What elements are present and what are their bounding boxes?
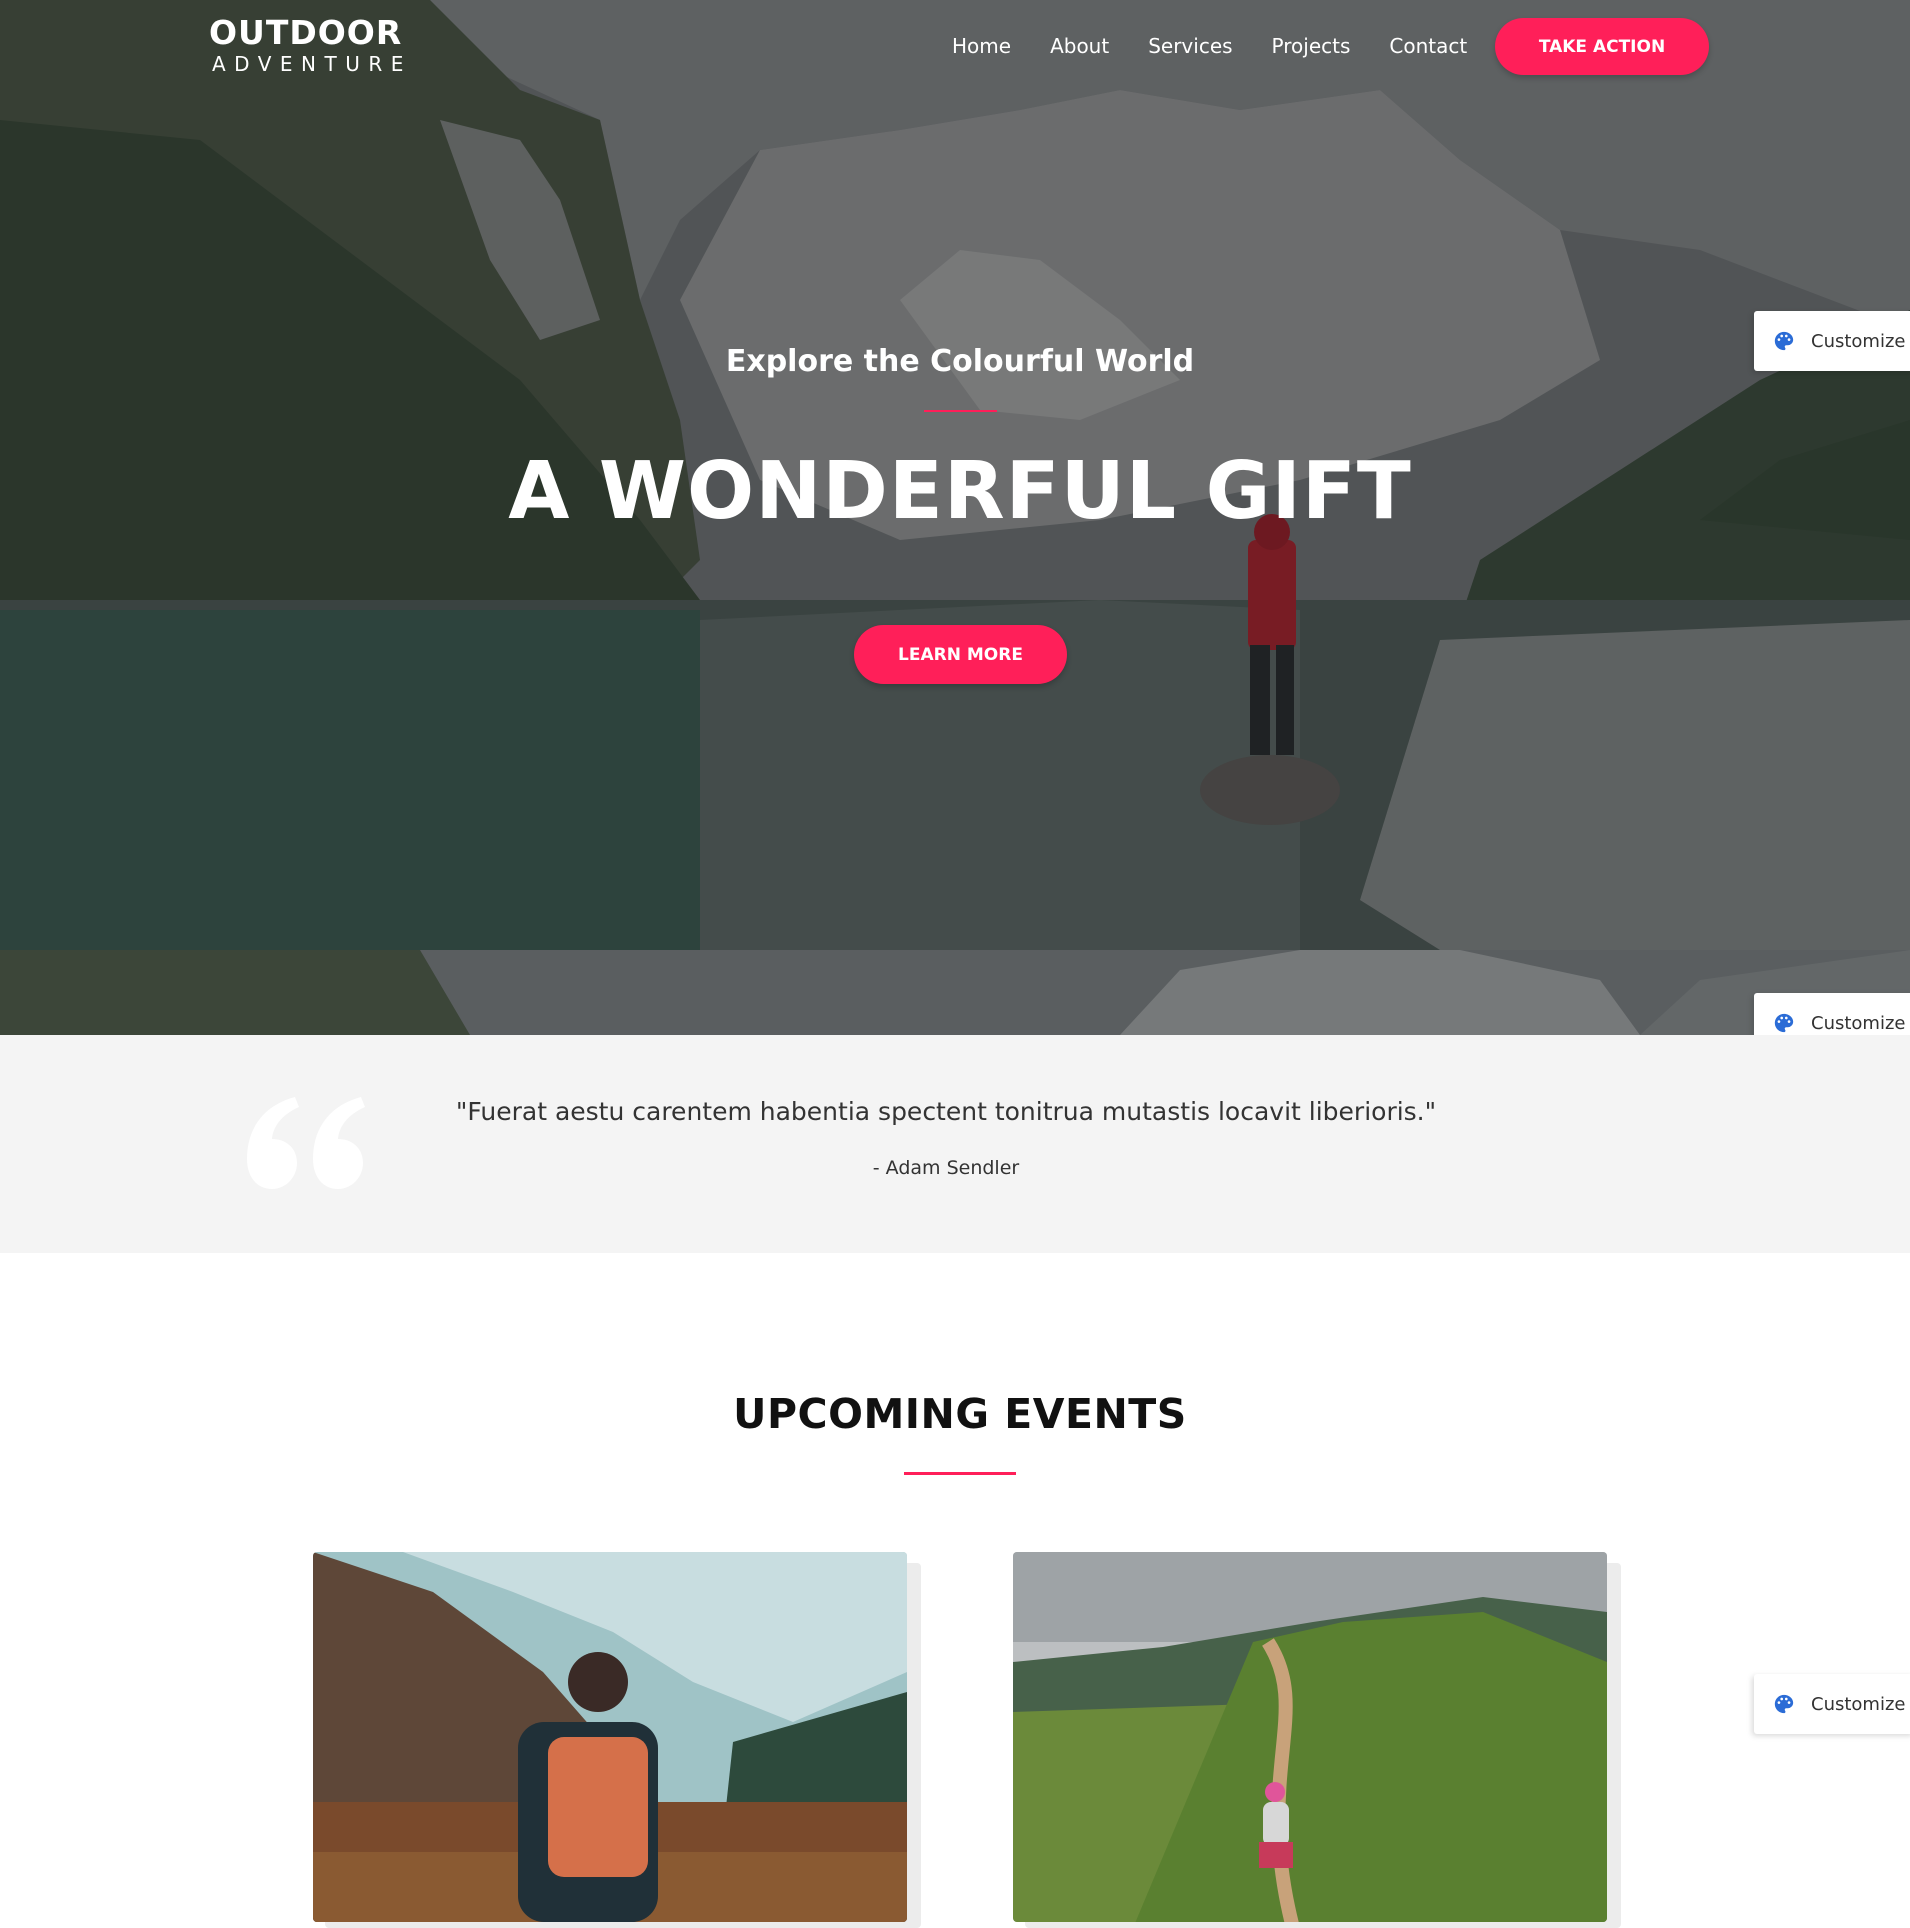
site-logo[interactable]: OUTDOOR ADVENTURE [209, 13, 412, 77]
nav-link-about[interactable]: About [1050, 31, 1109, 61]
nav-link-contact[interactable]: Contact [1389, 31, 1467, 61]
quote-section: "Fuerat aestu carentem habentia spectent… [0, 1035, 1910, 1253]
hiker-backpack-photo [313, 1552, 907, 1922]
hero-section: OUTDOOR ADVENTURE Home About Services Pr… [0, 0, 1910, 950]
customize-button[interactable]: Customize [1754, 1674, 1910, 1734]
hero-title: A WONDERFUL GIFT [508, 445, 1412, 537]
mountain-trail-photo [1013, 1552, 1607, 1922]
event-card-image[interactable] [1013, 1552, 1607, 1922]
events-title: UPCOMING EVENTS [733, 1390, 1187, 1438]
take-action-button[interactable]: TAKE ACTION [1495, 18, 1709, 75]
palette-icon [1774, 1694, 1794, 1714]
customize-label: Customize [1811, 1693, 1906, 1715]
palette-icon [1774, 1013, 1794, 1033]
events-divider [904, 1472, 1016, 1475]
hero-subtitle: Explore the Colourful World [725, 344, 1195, 379]
nav-link-services[interactable]: Services [1148, 31, 1232, 61]
quote-text: "Fuerat aestu carentem habentia spectent… [455, 1097, 1437, 1126]
event-card-image[interactable] [313, 1552, 907, 1922]
logo-line1: OUTDOOR [209, 13, 403, 52]
customize-label: Customize [1811, 330, 1906, 352]
nav-link-projects[interactable]: Projects [1272, 31, 1351, 61]
customize-button[interactable]: Customize [1754, 311, 1910, 371]
section-divider-image [0, 950, 1910, 1035]
hero-divider [924, 410, 997, 412]
logo-line2: ADVENTURE [212, 52, 412, 76]
learn-more-button[interactable]: LEARN MORE [854, 625, 1067, 684]
quote-author: - Adam Sendler [872, 1157, 1020, 1179]
customize-label: Customize [1811, 1012, 1906, 1034]
main-nav: Home About Services Projects Contact [952, 31, 1506, 61]
palette-icon [1774, 331, 1794, 351]
nav-link-home[interactable]: Home [952, 31, 1011, 61]
